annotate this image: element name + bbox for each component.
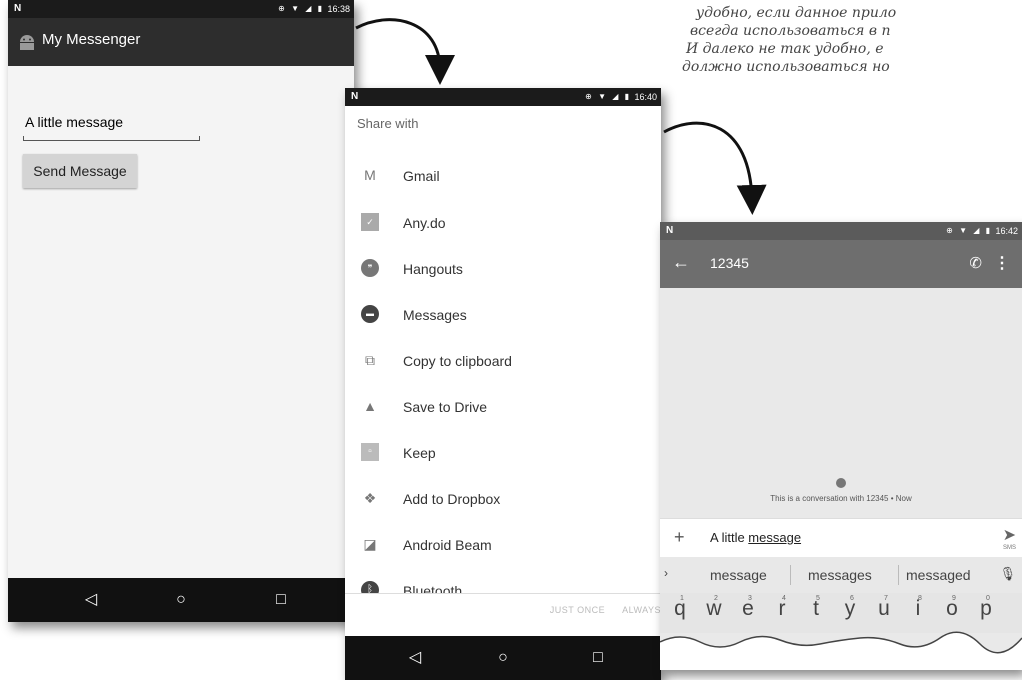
arrow-phone1-to-phone2 (355, 18, 455, 85)
arrow-phone2-to-phone3 (663, 121, 767, 215)
flow-arrows (355, 18, 767, 215)
